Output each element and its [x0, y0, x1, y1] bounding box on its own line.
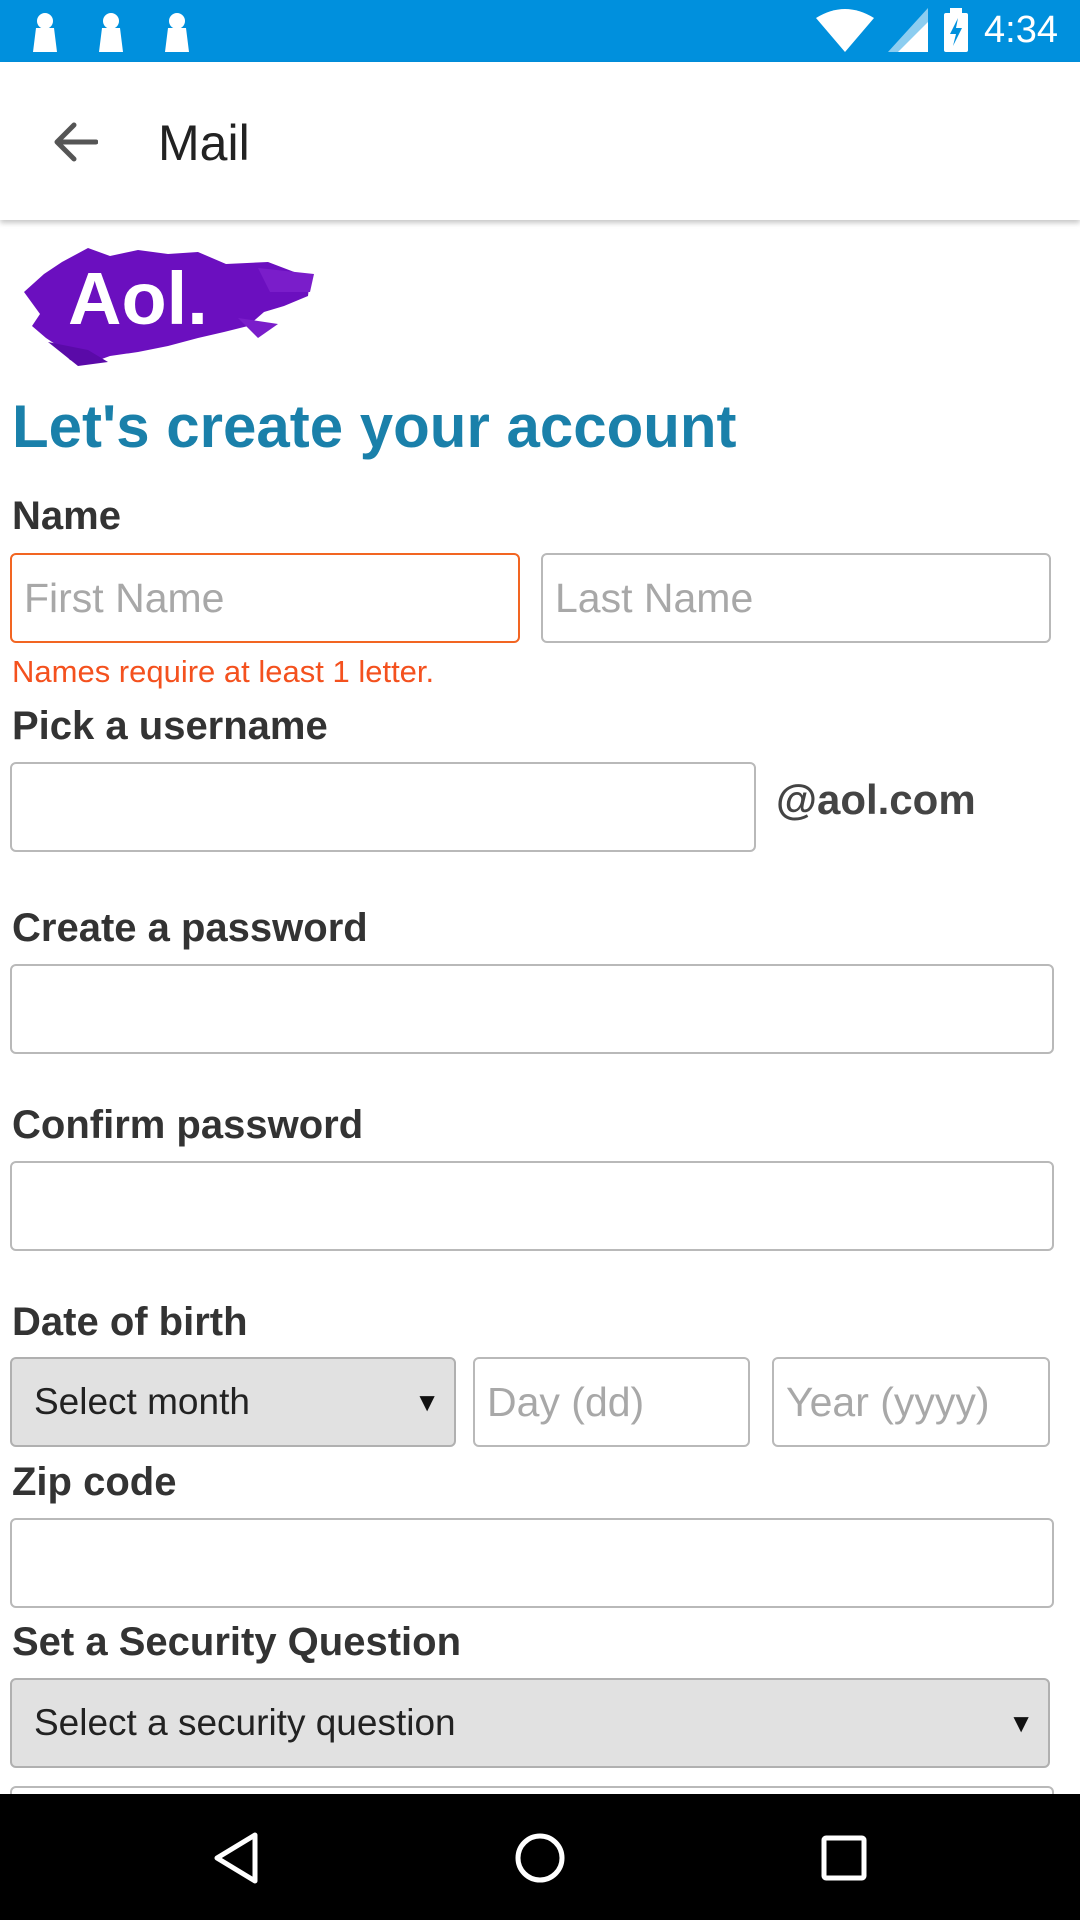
security-answer-field[interactable] [10, 1786, 1054, 1794]
confirm-password-label: Confirm password [12, 1103, 364, 1147]
zip-field[interactable] [10, 1518, 1054, 1608]
security-question-select[interactable]: Select a security question ▼ [10, 1678, 1050, 1768]
system-status: 4:34 [816, 8, 1058, 52]
password-field[interactable] [10, 964, 1054, 1054]
month-select-value: Select month [34, 1381, 250, 1422]
logo-text: Aol. [68, 257, 208, 340]
back-button[interactable] [40, 112, 110, 172]
home-circle-icon [515, 1833, 565, 1883]
status-time: 4:34 [984, 8, 1058, 51]
app-title: Mail [158, 115, 250, 171]
username-label: Pick a username [12, 704, 328, 748]
confirm-password-field[interactable] [10, 1161, 1054, 1251]
recents-square-icon [821, 1835, 867, 1881]
name-error-message: Names require at least 1 letter. [12, 654, 435, 689]
notification-area [30, 12, 192, 52]
first-name-field[interactable] [10, 553, 520, 643]
page-title: Let's create your account [12, 393, 737, 460]
security-question-select-value: Select a security question [34, 1702, 456, 1743]
nav-recents-button[interactable] [812, 1826, 876, 1890]
dropdown-arrow-icon: ▼ [1008, 1708, 1034, 1738]
nav-home-button[interactable] [508, 1826, 572, 1890]
notification-icon [165, 13, 189, 52]
arrow-back-icon [54, 122, 98, 162]
nav-back-button[interactable] [204, 1826, 268, 1890]
notification-icon [99, 13, 123, 52]
zip-label: Zip code [12, 1460, 177, 1504]
dropdown-arrow-icon: ▼ [414, 1387, 440, 1417]
username-field[interactable] [10, 762, 756, 852]
name-label: Name [12, 494, 121, 538]
wifi-icon [816, 9, 875, 52]
day-field[interactable] [473, 1357, 750, 1447]
aol-logo: Aol. [24, 248, 314, 366]
signup-form: Aol. Let's create your account Name Name… [0, 220, 1080, 1794]
navigation-bar [0, 1794, 1080, 1920]
signal-icon [888, 8, 929, 52]
password-label: Create a password [12, 906, 368, 950]
battery-charging-icon [944, 8, 969, 52]
last-name-field[interactable] [541, 553, 1051, 643]
notification-icon [33, 13, 57, 52]
year-field[interactable] [772, 1357, 1050, 1447]
status-bar: 4:34 [0, 0, 1080, 62]
security-question-label: Set a Security Question [12, 1620, 462, 1664]
app-bar: Mail [0, 62, 1080, 220]
dob-label: Date of birth [12, 1300, 248, 1344]
back-triangle-icon [214, 1832, 258, 1884]
domain-suffix: @aol.com [776, 776, 976, 823]
month-select[interactable]: Select month ▼ [10, 1357, 456, 1447]
